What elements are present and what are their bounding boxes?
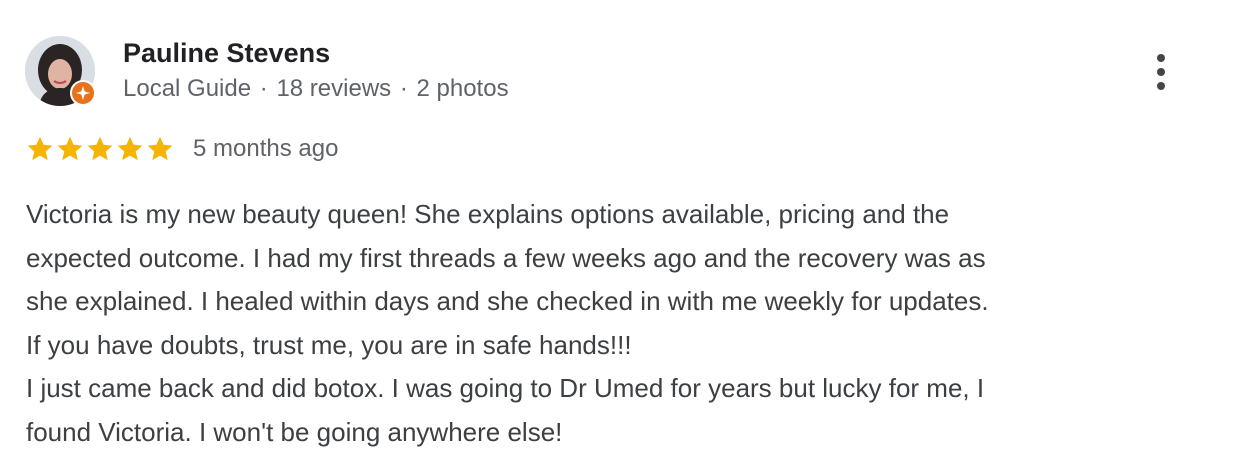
- star-icon: [87, 136, 113, 161]
- star-rating: [25, 134, 175, 164]
- more-vert-icon: [1157, 54, 1165, 90]
- review-text-line: I just came back and did botox. I was go…: [26, 373, 985, 403]
- star-icon: [147, 136, 173, 161]
- review-date: 5 months ago: [193, 135, 339, 162]
- meta-separator: ·: [399, 75, 408, 102]
- author-meta[interactable]: Local Guide · 18 reviews · 2 photos: [123, 74, 509, 104]
- review-text-line: found Victoria. I won't be going anywher…: [26, 416, 563, 447]
- local-guide-label: Local Guide: [123, 75, 252, 102]
- local-guide-badge-icon: [70, 80, 96, 106]
- review-count: 18 reviews: [276, 75, 392, 102]
- star-icon: [27, 136, 53, 161]
- review-text: Victoria is my new beauty queen! She exp…: [26, 193, 1216, 454]
- star-icon: [57, 136, 83, 161]
- review-card: Pauline Stevens Local Guide · 18 reviews…: [0, 0, 1236, 476]
- more-options-button[interactable]: [1146, 50, 1176, 94]
- photo-count: 2 photos: [416, 75, 509, 102]
- star-icon: [117, 136, 143, 161]
- author-name[interactable]: Pauline Stevens: [123, 37, 330, 69]
- review-text-line: expected outcome. I had my first threads…: [26, 242, 986, 273]
- review-text-line: If you have doubts, trust me, you are in…: [26, 329, 632, 360]
- review-text-line: she explained. I healed within days and …: [26, 286, 989, 316]
- review-text-line: Victoria is my new beauty queen! She exp…: [26, 199, 950, 229]
- meta-separator: ·: [259, 75, 268, 102]
